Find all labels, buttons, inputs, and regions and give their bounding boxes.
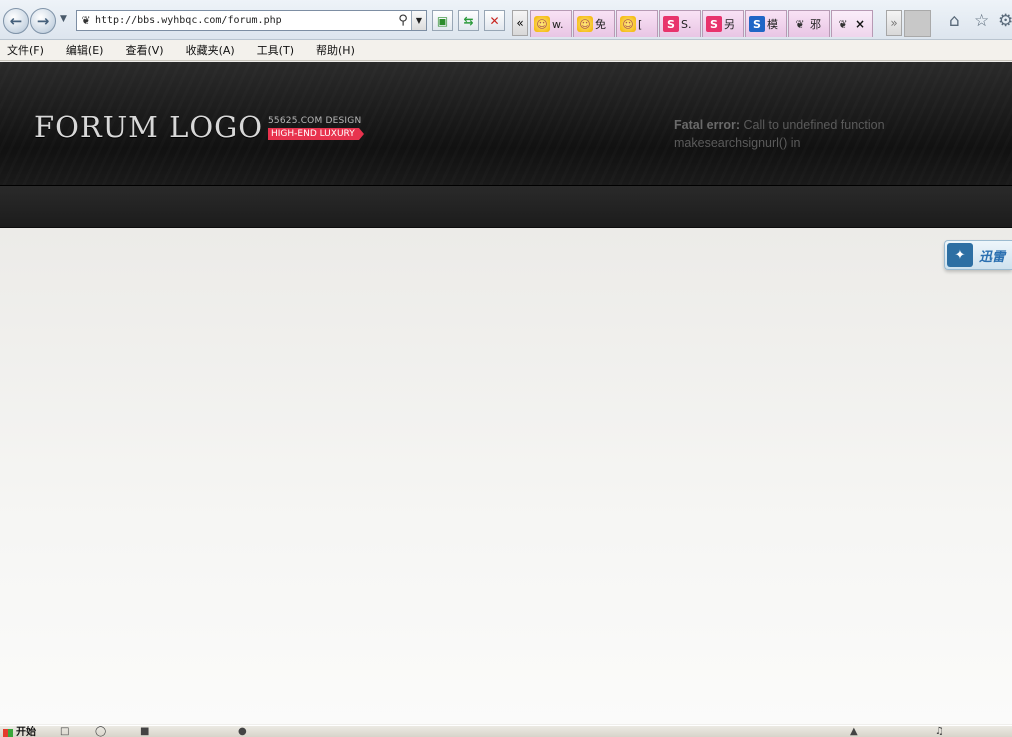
forum-header: FORUM LOGO 55625.COM DESIGN HIGH-END LUX… [0,62,1012,186]
blue-s-icon: S [749,16,765,32]
tab-label: 另 [724,18,735,31]
history-dropdown-icon[interactable]: ▼ [60,14,67,24]
address-input[interactable] [95,11,395,30]
compatibility-view-button[interactable]: ▣ [432,10,453,31]
tab-label: 模 [767,18,778,31]
tab-label: [ [638,17,643,31]
yellow-face-icon: ☺ [620,16,636,32]
search-icon[interactable]: ⚲ [395,13,411,28]
tabs-scroll-left-button[interactable]: « [512,10,528,36]
browser-tab[interactable]: S另 [702,10,744,37]
refresh-icon: ⇆ [463,13,474,28]
tab-label: 免 [595,18,606,31]
menu-item[interactable]: 帮助(H) [313,42,358,58]
menu-item[interactable]: 文件(F) [4,42,47,58]
app-icon[interactable]: ■ [140,726,149,737]
fatal-error-message: Fatal error: Call to undefined function … [674,116,914,152]
favorites-star-icon[interactable]: ☆ [974,11,989,31]
browser-tab[interactable]: S模 [745,10,787,37]
menu-bar: 文件(F) 编辑(E) 查看(V) 收藏夹(A) 工具(T) 帮助(H) [0,40,1012,61]
tab-label: S. [681,17,692,31]
yellow-face-icon: ☺ [534,16,550,32]
tab-label: w. [552,17,564,31]
new-tab-button[interactable] [904,10,931,37]
forum-logo[interactable]: FORUM LOGO [34,110,263,144]
browser-tab[interactable]: ☺ 免 [573,10,615,37]
xunlei-label: 迅雷 [979,249,1006,265]
tab-label: 邪 [810,18,821,31]
menu-item[interactable]: 收藏夹(A) [183,42,238,58]
menu-item[interactable]: 编辑(E) [63,42,107,58]
xunlei-bird-icon: ✦ [947,243,973,267]
browser-tab[interactable]: S S. [659,10,701,37]
volume-icon[interactable]: ♫ [935,726,944,737]
tray-icon[interactable]: ▲ [850,726,858,737]
forum-nav-bar [0,186,1012,228]
pink-s-icon: S [663,16,679,32]
stop-button[interactable]: ✕ [484,10,505,31]
back-arrow-icon: ← [9,12,23,30]
windows-taskbar: 开始 □ ◯ ■ ● ▲ ♫ [0,725,1012,737]
tab-strip: ☺ w. ☺ 免 ☺[S S. S 另 S 模 ❦ 邪 ❦ × [530,10,873,37]
menu-item[interactable]: 查看(V) [122,42,166,58]
site-glyph-icon: ❦ [795,17,805,31]
tabs-scroll-right-button[interactable]: » [886,10,902,36]
error-label: Fatal error: [674,118,740,132]
xunlei-floating-button[interactable]: ✦ 迅雷 [944,240,1012,270]
app-icon[interactable]: ● [238,726,247,737]
home-icon[interactable]: ⌂ [949,11,960,31]
page-content: ✦ 迅雷 [0,228,1012,724]
browser-toolbar: ← → ▼ ❦ ⚲ ▼ ▣ ⇆ ✕ « ☺w.☺免☺[SS.S另S模❦邪❦× »… [0,0,1012,40]
browser-tab[interactable]: ☺[ [616,10,658,37]
site-favicon-icon: ❦ [81,14,91,27]
refresh-button[interactable]: ⇆ [458,10,479,31]
folder-icon[interactable]: □ [60,726,69,737]
ie-icon[interactable]: ◯ [95,726,106,737]
browser-tab[interactable]: ❦ × [831,10,873,37]
compatibility-icon: ▣ [436,13,449,28]
browser-tab[interactable]: ☺ w. [530,10,572,37]
forward-button[interactable]: → [30,8,56,34]
close-tab-icon[interactable]: × [855,17,865,31]
logo-design-caption: 55625.COM DESIGN [268,116,362,126]
address-dropdown-button[interactable]: ▼ [411,11,426,30]
site-glyph-icon: ❦ [838,17,848,31]
menu-item[interactable]: 工具(T) [254,42,297,58]
yellow-face-icon: ☺ [577,16,593,32]
start-button[interactable]: 开始 [0,727,50,737]
back-button[interactable]: ← [3,8,29,34]
forward-arrow-icon: → [36,12,50,30]
browser-tab[interactable]: ❦ 邪 [788,10,830,37]
gear-icon[interactable]: ⚙ [998,11,1012,31]
logo-badge: HIGH-END LUXURY [268,128,364,140]
pink-s-icon: S [706,16,722,32]
address-bar[interactable]: ❦ ⚲ ▼ [76,10,427,31]
close-icon: ✕ [489,13,500,28]
